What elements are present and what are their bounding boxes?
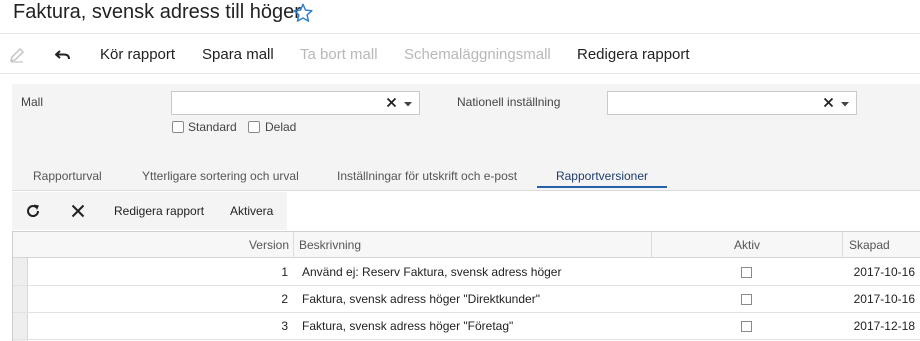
grid-edit-report-button[interactable]: Redigera rapport <box>114 204 204 218</box>
edit-report-button[interactable]: Redigera rapport <box>577 46 690 63</box>
active-checkbox[interactable] <box>741 321 752 332</box>
active-checkbox[interactable] <box>741 294 752 305</box>
column-header-version[interactable]: Version <box>28 232 294 258</box>
chevron-down-icon[interactable] <box>403 100 413 108</box>
clear-icon[interactable] <box>386 97 397 108</box>
undo-icon[interactable] <box>54 46 72 64</box>
tab-ytterligare-sortering[interactable]: Ytterligare sortering och urval <box>142 164 299 188</box>
row-selector[interactable] <box>13 259 28 285</box>
description-cell: Faktura, svensk adress höger "Företag" <box>302 319 514 333</box>
refresh-icon[interactable] <box>25 203 41 219</box>
page-title: Faktura, svensk adress till höger <box>13 1 301 23</box>
report-versions-table: Version Beskrivning Aktiv Skapad 1 Använ… <box>12 231 920 341</box>
close-icon[interactable] <box>70 203 86 219</box>
template-combobox[interactable] <box>171 91 420 115</box>
version-cell: 3 <box>281 319 288 333</box>
row-selector[interactable] <box>13 313 28 339</box>
tab-installningar-utskrift[interactable]: Inställningar för utskrift och e-post <box>337 164 517 188</box>
activate-button[interactable]: Aktivera <box>230 204 273 218</box>
column-header-created[interactable]: Skapad <box>843 232 920 258</box>
clear-icon[interactable] <box>823 97 834 108</box>
national-setting-label: Nationell inställning <box>457 95 561 109</box>
chevron-down-icon[interactable] <box>840 100 850 108</box>
national-setting-combobox[interactable] <box>607 91 857 115</box>
run-report-button[interactable]: Kör rapport <box>100 46 175 63</box>
version-cell: 1 <box>281 265 288 279</box>
shared-checkbox[interactable] <box>248 121 260 133</box>
schedule-template-button[interactable]: Schemaläggningsmall <box>404 46 551 63</box>
created-cell: 2017-12-18 <box>853 319 915 333</box>
description-cell: Använd ej: Reserv Faktura, svensk adress… <box>302 265 562 279</box>
tab-rapportversioner[interactable]: Rapportversioner <box>537 164 667 188</box>
shared-label: Delad <box>265 120 297 134</box>
table-header: Version Beskrivning Aktiv Skapad <box>13 232 920 258</box>
active-checkbox[interactable] <box>741 267 752 278</box>
standard-label: Standard <box>188 120 237 134</box>
created-cell: 2017-10-16 <box>853 292 915 306</box>
version-cell: 2 <box>281 292 288 306</box>
pencil-icon[interactable] <box>8 46 26 64</box>
save-template-button[interactable]: Spara mall <box>202 46 274 63</box>
created-cell: 2017-10-16 <box>853 265 915 279</box>
main-toolbar: Kör rapport Spara mall Ta bort mall Sche… <box>0 36 920 74</box>
title-bar: Faktura, svensk adress till höger <box>0 0 920 34</box>
column-header-description[interactable]: Beskrivning <box>294 232 652 258</box>
template-label: Mall <box>21 95 44 109</box>
filter-panel: Mall Standard Delad Nationell inställnin… <box>12 84 920 191</box>
grid-toolbar: Redigera rapport Aktivera <box>12 192 287 230</box>
table-row[interactable]: 1 Använd ej: Reserv Faktura, svensk adre… <box>13 259 920 286</box>
description-cell: Faktura, svensk adress höger "Direktkund… <box>302 292 540 306</box>
column-header-active[interactable]: Aktiv <box>652 232 843 258</box>
tab-rapporturval[interactable]: Rapporturval <box>33 164 102 188</box>
table-row[interactable]: 2 Faktura, svensk adress höger "Direktku… <box>13 286 920 313</box>
standard-checkbox[interactable] <box>172 121 184 133</box>
row-selector[interactable] <box>13 286 28 312</box>
delete-template-button[interactable]: Ta bort mall <box>300 46 378 63</box>
table-row[interactable]: 3 Faktura, svensk adress höger "Företag"… <box>13 313 920 340</box>
star-outline-icon[interactable] <box>292 2 314 24</box>
